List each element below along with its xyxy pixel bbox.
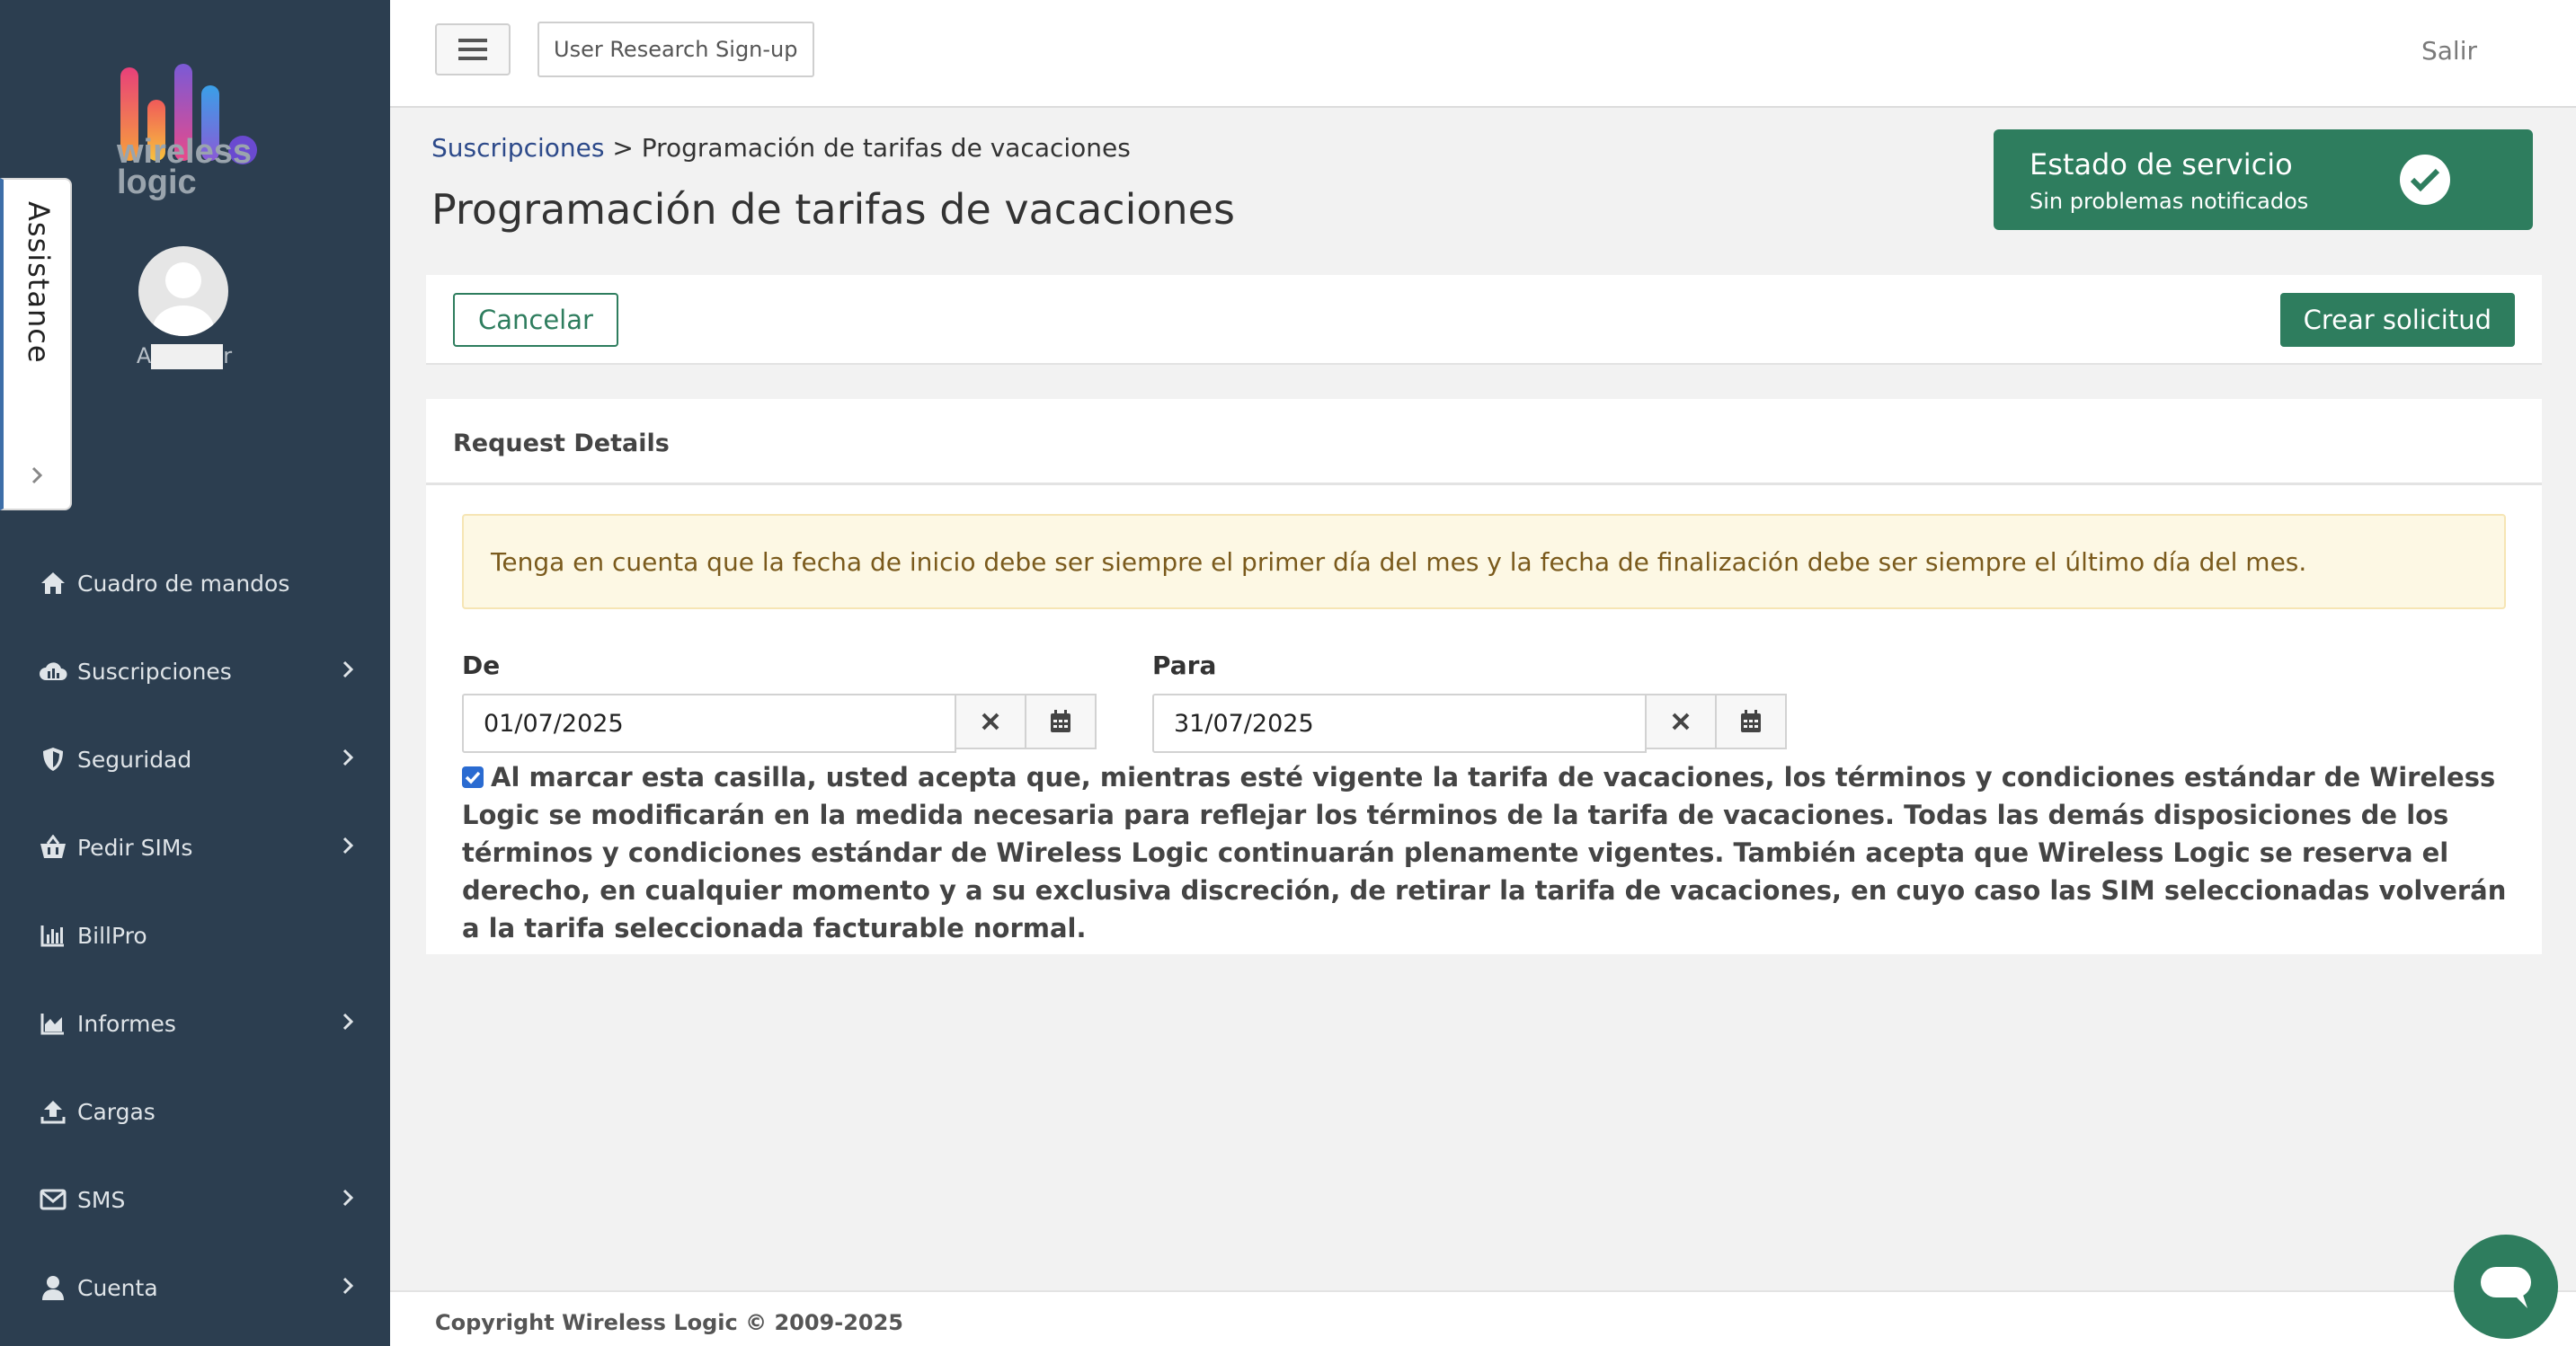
user-name-end: r xyxy=(223,343,233,368)
topbar: User Research Sign-up Salir xyxy=(390,0,2576,108)
chevron-right-icon xyxy=(342,837,354,855)
hamburger-icon xyxy=(458,39,487,60)
breadcrumb-separator: > xyxy=(612,133,634,163)
sidebar-item-subscriptions[interactable]: Suscripciones xyxy=(0,627,390,715)
clear-to-date-button[interactable] xyxy=(1647,694,1717,749)
sidebar-item-account[interactable]: Cuenta xyxy=(0,1244,390,1332)
calendar-icon xyxy=(1051,710,1070,732)
sidebar-item-sms[interactable]: SMS xyxy=(0,1156,390,1244)
to-label: Para xyxy=(1152,651,1217,680)
user-name-redaction xyxy=(151,344,224,369)
sidebar-item-dashboard[interactable]: Cuadro de mandos xyxy=(0,539,390,627)
from-date-group: 01/07/2025 xyxy=(462,694,1097,753)
chevron-right-icon xyxy=(31,466,43,484)
to-date-group: 31/07/2025 xyxy=(1152,694,1787,753)
assistance-label: Assistance xyxy=(22,201,56,364)
to-calendar-button[interactable] xyxy=(1717,694,1787,749)
from-label: De xyxy=(462,651,501,680)
service-status-card[interactable]: Estado de servicio Sin problemas notific… xyxy=(1994,129,2533,230)
footer: Copyright Wireless Logic © 2009-2025 xyxy=(390,1290,2576,1346)
sidebar-item-label: Cuenta xyxy=(77,1274,158,1301)
sidebar-item-label: Cuadro de mandos xyxy=(77,570,290,597)
user-icon xyxy=(38,1272,68,1303)
breadcrumb-subscriptions-link[interactable]: Suscripciones xyxy=(431,133,604,163)
assistance-tab[interactable]: Assistance xyxy=(0,178,72,510)
from-date-input[interactable]: 01/07/2025 xyxy=(462,694,956,753)
sidebar-item-label: Pedir SIMs xyxy=(77,834,193,861)
status-subtitle: Sin problemas notificados xyxy=(2030,189,2309,214)
chevron-right-icon xyxy=(342,1013,354,1031)
status-title: Estado de servicio xyxy=(2030,147,2293,182)
panel-header: Request Details xyxy=(426,399,2542,485)
request-details-panel: Request Details Tenga en cuenta que la f… xyxy=(426,399,2542,954)
sidebar-item-label: Seguridad xyxy=(77,746,192,773)
chevron-right-icon xyxy=(342,1189,354,1207)
page-title: Programación de tarifas de vacaciones xyxy=(431,185,1235,234)
chevron-right-icon xyxy=(342,748,354,766)
avatar[interactable] xyxy=(138,246,228,336)
checkmark-icon xyxy=(465,771,481,784)
area-chart-icon xyxy=(38,1008,68,1039)
close-icon xyxy=(982,713,999,731)
bar-chart-icon xyxy=(38,920,68,951)
user-name-start: A xyxy=(136,343,152,368)
terms-agreement: Al marcar esta casilla, usted acepta que… xyxy=(462,758,2520,947)
to-date-input[interactable]: 31/07/2025 xyxy=(1152,694,1647,753)
from-calendar-button[interactable] xyxy=(1026,694,1097,749)
panel-heading: Request Details xyxy=(453,429,670,457)
sidebar-item-label: Cargas xyxy=(77,1098,155,1125)
shield-icon xyxy=(38,744,68,775)
cancel-button[interactable]: Cancelar xyxy=(453,293,618,347)
chevron-right-icon xyxy=(342,1277,354,1295)
sidebar-item-label: SMS xyxy=(77,1186,126,1213)
sidebar-item-billpro[interactable]: BillPro xyxy=(0,891,390,979)
terms-text: Al marcar esta casilla, usted acepta que… xyxy=(462,762,2507,943)
calendar-icon xyxy=(1741,710,1761,732)
sidebar-item-reports[interactable]: Informes xyxy=(0,979,390,1067)
breadcrumb-current: Programación de tarifas de vacaciones xyxy=(641,133,1131,163)
basket-icon xyxy=(38,832,68,863)
check-circle-icon xyxy=(2400,155,2450,205)
close-icon xyxy=(1672,713,1690,731)
sidebar-nav: Cuadro de mandos Suscripciones Seguridad… xyxy=(0,539,390,1332)
logout-link[interactable]: Salir xyxy=(2421,36,2477,66)
user-research-signup-button[interactable]: User Research Sign-up xyxy=(537,22,814,77)
user-name: Ar xyxy=(90,343,279,369)
upload-icon xyxy=(38,1096,68,1127)
logo-text: wireless logic xyxy=(117,133,252,201)
copyright-text: Copyright Wireless Logic © 2009-2025 xyxy=(435,1310,904,1335)
clear-from-date-button[interactable] xyxy=(956,694,1026,749)
sidebar-item-security[interactable]: Seguridad xyxy=(0,715,390,803)
sidebar-item-label: Suscripciones xyxy=(77,658,232,685)
home-icon xyxy=(38,568,68,598)
sidebar-item-order-sims[interactable]: Pedir SIMs xyxy=(0,803,390,891)
sidebar-item-label: Informes xyxy=(77,1010,176,1037)
chevron-right-icon xyxy=(342,660,354,678)
menu-toggle-button[interactable] xyxy=(435,23,511,75)
sidebar-item-uploads[interactable]: Cargas xyxy=(0,1067,390,1156)
chat-bubble-icon xyxy=(2481,1267,2531,1308)
sidebar-item-label: BillPro xyxy=(77,922,147,949)
cloud-icon xyxy=(38,656,68,686)
terms-checkbox[interactable] xyxy=(462,766,484,788)
date-notice-alert: Tenga en cuenta que la fecha de inicio d… xyxy=(462,514,2506,609)
envelope-icon xyxy=(38,1184,68,1215)
action-bar: Cancelar Crear solicitud xyxy=(426,275,2542,365)
breadcrumb: Suscripciones > Programación de tarifas … xyxy=(431,133,1131,163)
user-avatar-icon xyxy=(153,262,214,336)
create-request-button[interactable]: Crear solicitud xyxy=(2279,293,2515,347)
chat-button[interactable] xyxy=(2454,1235,2558,1339)
